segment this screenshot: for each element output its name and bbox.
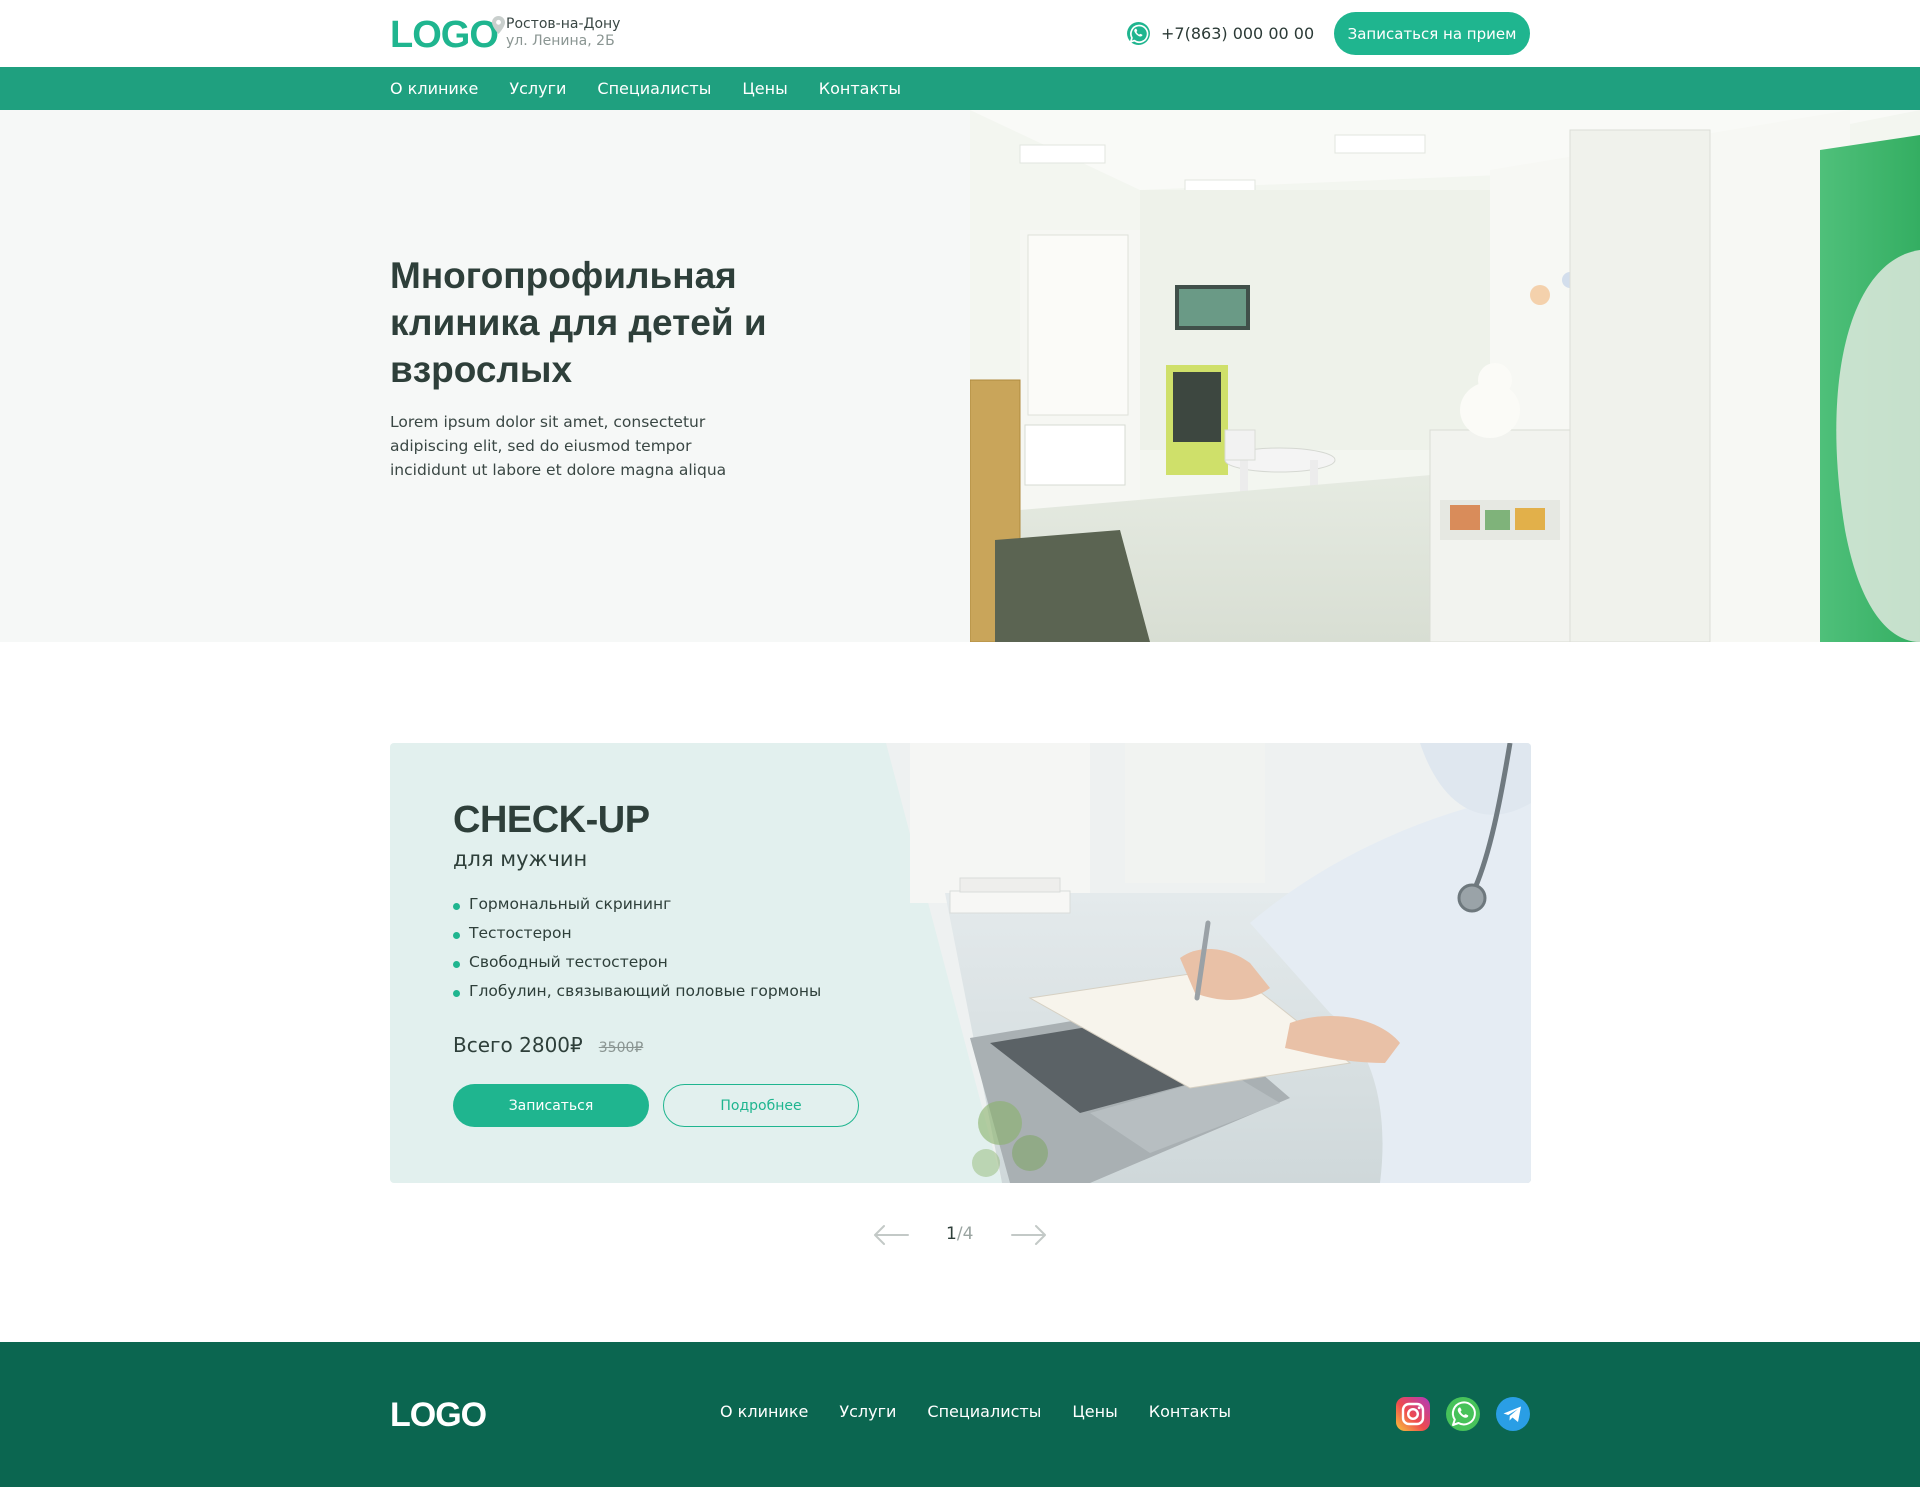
phone-link[interactable]: +7(863) 000 00 00 (1126, 21, 1314, 46)
telegram-icon[interactable] (1495, 1396, 1531, 1432)
promo-test-list: Гормональный скрининг Тестостерон Свобод… (453, 890, 821, 1006)
footer-logo[interactable]: LOGO (390, 1396, 487, 1435)
nav-item-contacts[interactable]: Контакты (819, 79, 901, 98)
price-block: Всего 2800₽ 3500₽ (453, 1033, 643, 1057)
clinic-interior-photo (970, 110, 1920, 642)
instagram-icon[interactable] (1395, 1396, 1431, 1432)
whatsapp-icon (1127, 22, 1150, 45)
social-links (1395, 1396, 1545, 1432)
promo-subtitle: для мужчин (453, 847, 588, 871)
site-header: LOGO Ростов-на-Дону ул. Ленина, 2Б +7(86… (0, 0, 1920, 67)
hero-description: Lorem ipsum dolor sit amet, consectetur … (390, 413, 727, 479)
footer-nav-about[interactable]: О клинике (720, 1402, 808, 1421)
list-item: Гормональный скрининг (453, 890, 821, 919)
pager-counter: 1/4 (946, 1224, 973, 1244)
arrow-right-icon[interactable] (1010, 1223, 1048, 1247)
header-logo[interactable]: LOGO (390, 14, 499, 57)
nav-item-services[interactable]: Услуги (509, 79, 566, 98)
footer-nav-contacts[interactable]: Контакты (1149, 1402, 1231, 1421)
price-old: 3500₽ (598, 1040, 644, 1056)
nav-item-prices[interactable]: Цены (742, 79, 787, 98)
details-button[interactable]: Подробнее (663, 1084, 859, 1127)
footer-nav-services[interactable]: Услуги (839, 1402, 896, 1421)
map-pin-icon (492, 16, 505, 34)
address-street: ул. Ленина, 2Б (506, 33, 615, 49)
checkup-promo-card: CHECK-UP для мужчин Гормональный скринин… (390, 743, 1531, 1183)
pager-total: 4 (962, 1224, 974, 1244)
phone-number: +7(863) 000 00 00 (1161, 24, 1315, 43)
slider-pager: 1/4 (872, 1220, 1052, 1250)
address-city: Ростов-на-Дону (506, 16, 621, 32)
hero-title: Многопрофильная клиника для детей и взро… (390, 255, 767, 390)
book-appointment-button[interactable]: Записаться на прием (1334, 12, 1530, 55)
list-item: Глобулин, связывающий половые гормоны (453, 977, 821, 1006)
address-block: Ростов-на-Дону ул. Ленина, 2Б (492, 16, 621, 50)
site-footer: LOGO О клинике Услуги Специалисты Цены К… (0, 1342, 1920, 1487)
nav-item-specialists[interactable]: Специалисты (597, 79, 711, 98)
pager-current: 1 (946, 1224, 957, 1244)
footer-nav: О клинике Услуги Специалисты Цены Контак… (720, 1402, 1262, 1421)
list-item: Тестостерон (453, 919, 821, 948)
footer-nav-prices[interactable]: Цены (1072, 1402, 1117, 1421)
list-item: Свободный тестостерон (453, 948, 821, 977)
nav-item-about[interactable]: О клинике (390, 79, 478, 98)
main-nav: О клинике Услуги Специалисты Цены Контак… (0, 67, 1920, 110)
promo-title: CHECK-UP (453, 799, 650, 841)
footer-nav-specialists[interactable]: Специалисты (927, 1402, 1041, 1421)
signup-button[interactable]: Записаться (453, 1084, 649, 1127)
whatsapp-icon[interactable] (1445, 1396, 1481, 1432)
arrow-left-icon[interactable] (872, 1223, 910, 1247)
price-current: Всего 2800₽ (453, 1033, 583, 1057)
